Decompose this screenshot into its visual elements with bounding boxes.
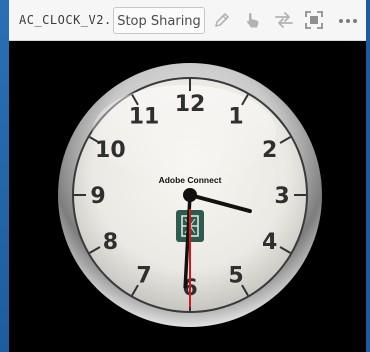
clock-numeral: 9 [90, 184, 105, 209]
clock-numeral: 2 [262, 138, 277, 163]
more-options-icon[interactable] [336, 10, 360, 30]
pencil-icon[interactable] [212, 10, 232, 30]
clock-numeral: 1 [228, 104, 243, 129]
clock-numeral: 3 [274, 184, 289, 209]
clock-center-cap [183, 188, 197, 202]
clock-numeral: 12 [175, 92, 206, 117]
window-frame-right [366, 0, 370, 352]
stop-sharing-button[interactable]: Stop Sharing [113, 7, 205, 34]
share-pod-toolbar: AC_CLOCK_V2... Stop Sharing [9, 0, 366, 41]
clock-numeral: 8 [103, 230, 118, 255]
fullscreen-icon[interactable] [304, 10, 324, 30]
hand-pointer-icon[interactable] [243, 10, 263, 30]
clock-numeral: 5 [228, 264, 243, 289]
clock-numeral: 10 [95, 138, 126, 163]
swap-arrows-icon[interactable] [274, 10, 294, 30]
window-frame-left [0, 0, 9, 352]
shared-screen-area: 121234567891011 Adobe Connect [9, 41, 366, 352]
analog-clock: 121234567891011 Adobe Connect [58, 63, 322, 327]
clock-numeral: 11 [129, 104, 160, 129]
pod-title: AC_CLOCK_V2... [19, 13, 117, 27]
clock-numeral: 4 [262, 230, 277, 255]
clock-numeral: 7 [136, 264, 151, 289]
brand-label: Adobe Connect [159, 175, 222, 185]
